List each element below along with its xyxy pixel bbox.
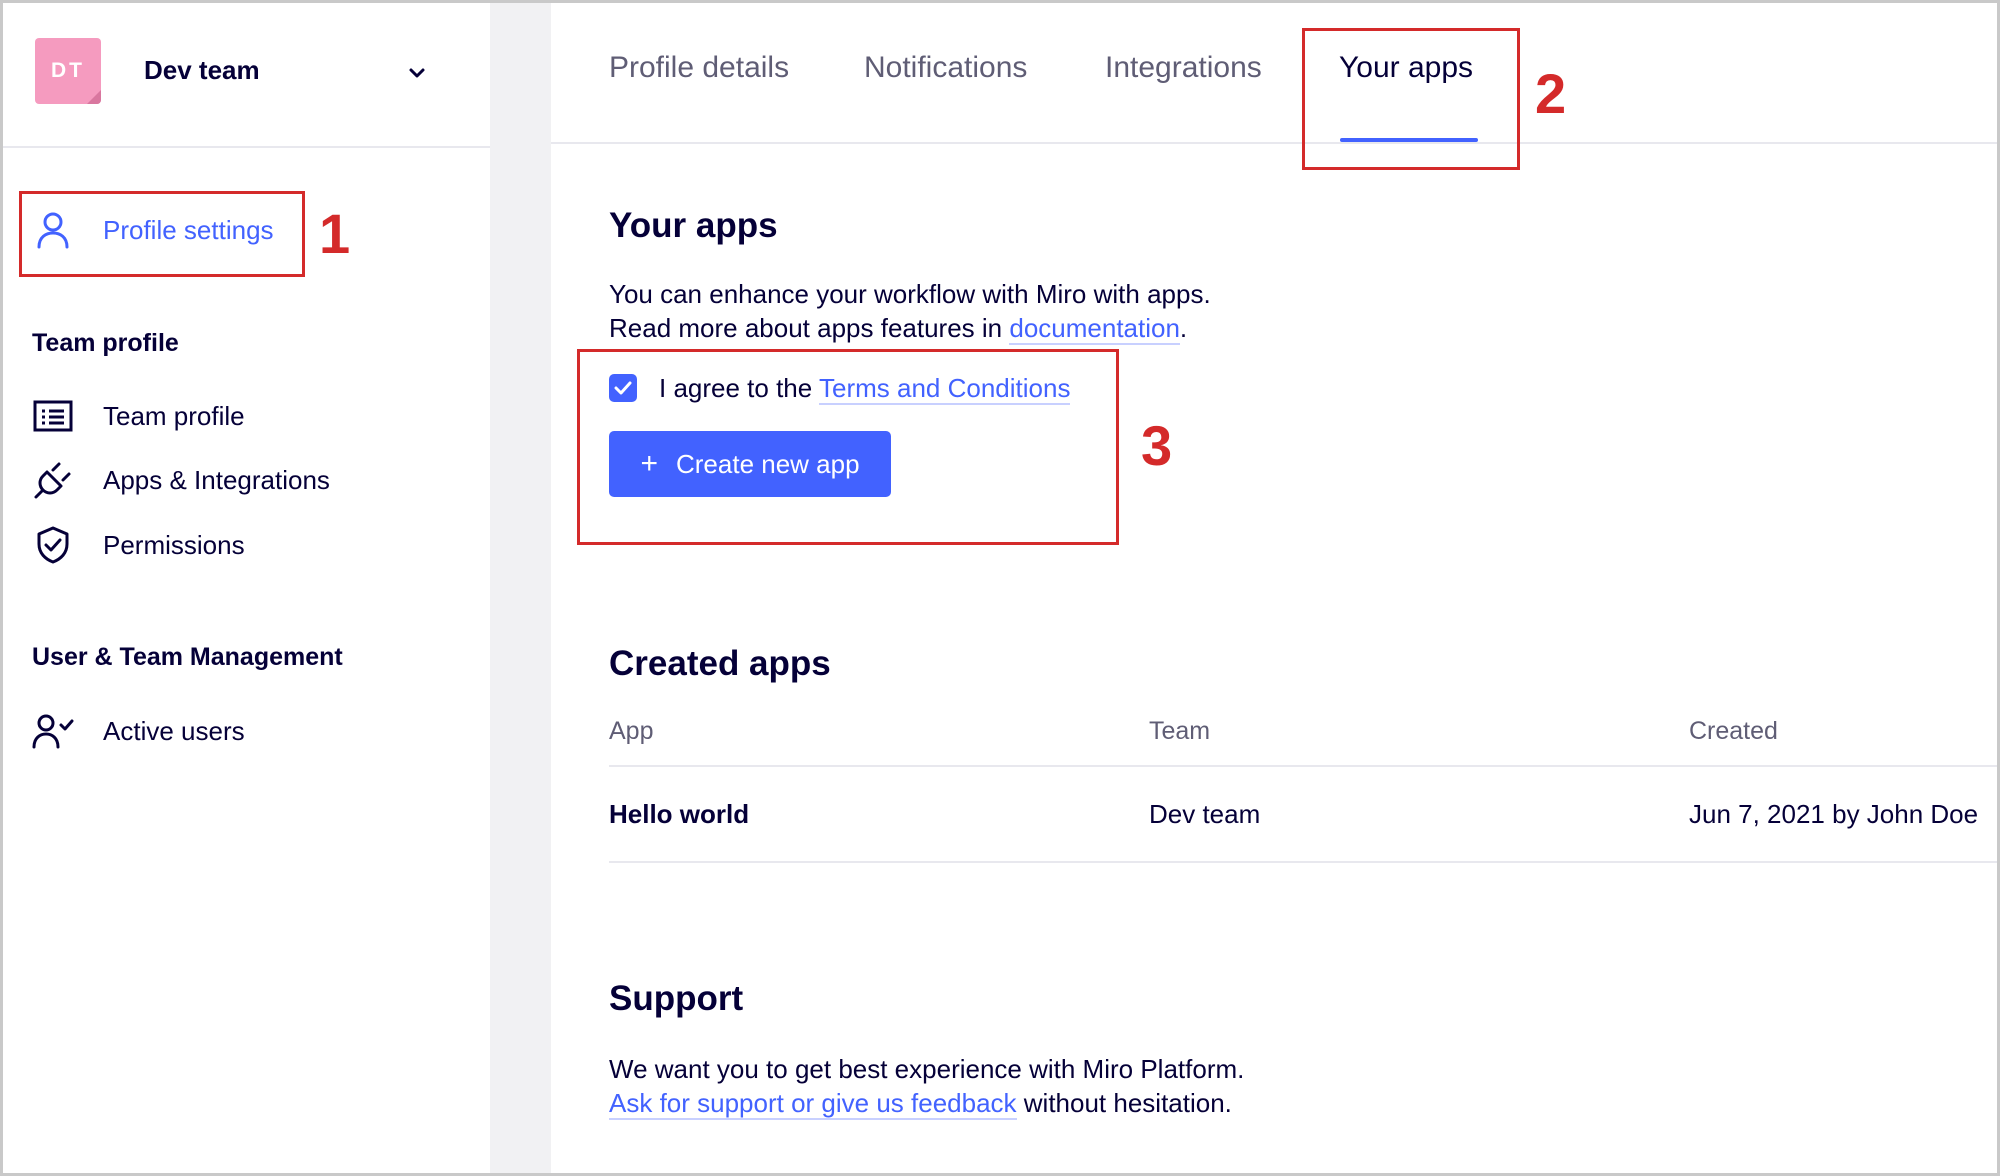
sidebar-item-label: Permissions bbox=[103, 529, 245, 560]
created-apps-heading: Created apps bbox=[609, 644, 831, 683]
tab-notifications[interactable]: Notifications bbox=[864, 51, 1027, 85]
support-description: We want you to get best experience with … bbox=[609, 1054, 1245, 1084]
support-heading: Support bbox=[609, 979, 744, 1018]
sidebar-gutter bbox=[490, 3, 551, 1173]
table-row[interactable]: Hello world Dev team Jun 7, 2021 by John… bbox=[609, 767, 1997, 863]
annotation-box-1 bbox=[19, 191, 305, 277]
support-feedback-link[interactable]: Ask for support or give us feedback bbox=[609, 1088, 1017, 1120]
chevron-down-icon[interactable] bbox=[405, 61, 429, 85]
section-title-user-team-management: User & Team Management bbox=[32, 643, 343, 671]
tab-integrations[interactable]: Integrations bbox=[1105, 51, 1262, 85]
annotation-box-3 bbox=[577, 349, 1119, 545]
plug-icon bbox=[31, 458, 75, 502]
id-card-icon bbox=[31, 394, 75, 438]
support-feedback-suffix: without hesitation. bbox=[1016, 1088, 1232, 1118]
your-apps-docs-line: Read more about apps features in documen… bbox=[609, 311, 1187, 345]
sidebar-item-apps-integrations[interactable]: Apps & Integrations bbox=[31, 455, 330, 505]
docs-line-suffix: . bbox=[1179, 313, 1188, 343]
sidebar: DT Dev team Profile settings Team profil… bbox=[3, 3, 490, 1173]
tab-bar: Profile details Notifications Integratio… bbox=[551, 3, 1997, 144]
shield-check-icon bbox=[31, 523, 75, 567]
section-title-team-profile: Team profile bbox=[32, 329, 179, 357]
sidebar-item-active-users[interactable]: Active users bbox=[31, 706, 245, 756]
apps-table-header: App Team Created bbox=[609, 715, 1997, 767]
sidebar-item-permissions[interactable]: Permissions bbox=[31, 520, 245, 570]
app-name-cell[interactable]: Hello world bbox=[609, 799, 749, 830]
main-content: Profile details Notifications Integratio… bbox=[551, 3, 1997, 1173]
column-header-team: Team bbox=[1149, 717, 1211, 745]
your-apps-description: You can enhance your workflow with Miro … bbox=[609, 279, 1211, 309]
team-switcher[interactable]: DT Dev team bbox=[3, 3, 490, 148]
created-cell: Jun 7, 2021 by John Doe bbox=[1689, 799, 1979, 829]
tab-profile-details[interactable]: Profile details bbox=[609, 51, 789, 85]
team-avatar: DT bbox=[35, 38, 101, 104]
your-apps-heading: Your apps bbox=[609, 206, 778, 245]
support-feedback-line: Ask for support or give us feedback with… bbox=[609, 1086, 1232, 1120]
documentation-link[interactable]: documentation bbox=[1009, 313, 1180, 345]
annotation-number-2: 2 bbox=[1535, 62, 1567, 125]
app-window: DT Dev team Profile settings Team profil… bbox=[0, 0, 2000, 1176]
sidebar-item-label: Apps & Integrations bbox=[103, 464, 330, 495]
team-cell: Dev team bbox=[1149, 799, 1261, 829]
team-name: Dev team bbox=[144, 55, 260, 85]
docs-line-prefix: Read more about apps features in bbox=[609, 313, 1010, 343]
annotation-box-2 bbox=[1302, 28, 1520, 170]
sidebar-item-team-profile[interactable]: Team profile bbox=[31, 391, 245, 441]
sidebar-item-label: Active users bbox=[103, 715, 245, 746]
sidebar-item-label: Team profile bbox=[103, 400, 245, 431]
annotation-number-1: 1 bbox=[319, 202, 351, 265]
user-check-icon bbox=[31, 709, 75, 753]
column-header-app: App bbox=[609, 717, 654, 745]
column-header-created: Created bbox=[1689, 717, 1778, 745]
annotation-number-3: 3 bbox=[1141, 414, 1173, 477]
